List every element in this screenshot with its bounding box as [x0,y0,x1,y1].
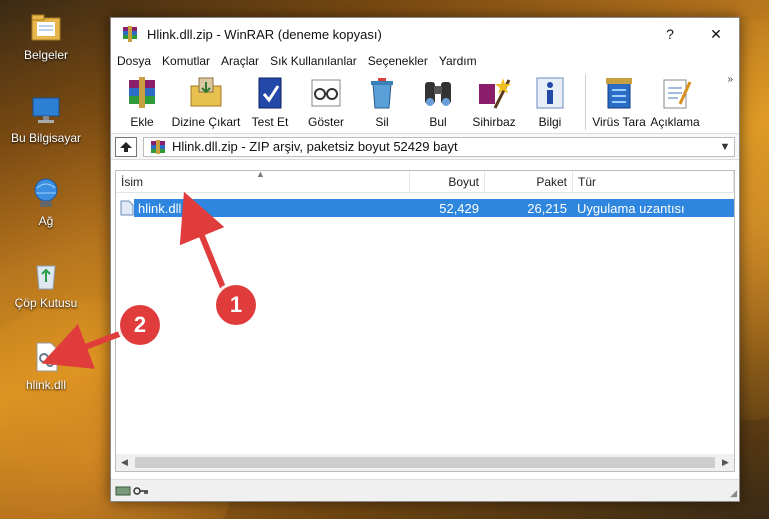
find-button[interactable]: Bul [411,74,465,129]
view-glasses-icon [311,79,341,107]
delete-label: Sil [375,115,389,129]
add-archive-icon [129,77,155,108]
callout-1: 1 [216,285,256,325]
test-label: Test Et [251,115,289,129]
comment-label: Açıklama [650,115,700,129]
column-packed[interactable]: Paket [485,171,573,193]
delete-bin-icon [371,78,393,109]
network-icon [34,178,58,207]
scroll-right-icon[interactable]: ▶ [717,457,734,468]
desktop-icon-label: hlink.dll [25,378,67,392]
test-button[interactable]: Test Et [243,74,297,129]
info-button[interactable]: Bilgi [523,74,577,129]
sort-up-icon: ▲ [256,169,265,179]
path-bar: Hlink.dll.zip - ZIP arşiv, paketsiz boyu… [111,134,739,160]
table-row[interactable]: hlink.dll 52,429 26,215 Uygulama uzantıs… [134,199,734,217]
drive-key-icon [115,486,148,495]
menu-bar: Dosya Komutlar Araçlar Sık Kullanılanlar… [111,50,739,72]
winrar-window: Hlink.dll.zip - WinRAR (deneme kopyası) … [110,17,740,502]
desktop-icon-label: Ağ [38,214,54,228]
menu-help[interactable]: Yardım [439,54,477,68]
help-button[interactable]: ? [647,18,693,50]
row-file-type: Uygulama uzantısı [577,200,685,216]
desktop-icon-hlink-dll[interactable]: hlink.dll [0,340,92,392]
wizard-label: Sihirbaz [472,115,516,129]
desktop-icon-label: Çöp Kutusu [14,296,78,310]
extract-to-label: Dizine Çıkart [171,115,241,129]
up-arrow-icon [120,141,132,152]
wizard-icon [479,78,511,109]
chevron-down-icon[interactable]: ▼ [716,141,734,153]
dll-file-icon [36,342,58,372]
archive-path-text: Hlink.dll.zip - ZIP arşiv, paketsiz boyu… [172,139,458,154]
callout-2: 2 [120,305,160,345]
window-title: Hlink.dll.zip - WinRAR (deneme kopyası) [147,26,382,42]
menu-options[interactable]: Seçenekler [368,54,428,68]
column-type[interactable]: Tür [573,171,734,193]
dll-file-icon [120,200,134,216]
archive-path-field[interactable]: Hlink.dll.zip - ZIP arşiv, paketsiz boyu… [143,136,735,157]
wizard-button[interactable]: Sihirbaz [467,74,521,129]
toolbar-more-chevron[interactable]: » [727,74,733,85]
menu-favorites[interactable]: Sık Kullanılanlar [270,54,357,68]
desktop-icon-recycle-bin[interactable]: Çöp Kutusu [0,258,92,310]
computer-icon [32,97,60,123]
resize-grip-icon[interactable]: ◢ [730,488,737,499]
menu-tools[interactable]: Araçlar [221,54,259,68]
row-packed-size: 26,215 [527,200,567,216]
toolbar-separator [585,74,586,130]
view-label: Göster [307,115,344,129]
extract-to-button[interactable]: Dizine Çıkart [171,74,241,129]
extract-folder-icon [190,77,222,107]
column-header: ▲ İsim Boyut Paket Tür [116,169,734,193]
desktop-icon-label: Belgeler [23,48,69,62]
find-binoculars-icon [425,82,451,106]
comment-notepad-icon [663,79,692,109]
toolbar: Ekle Dizine Çıkart Test Et Göster Sil Bu… [111,72,739,134]
up-folder-button[interactable] [115,136,137,157]
delete-button[interactable]: Sil [355,74,409,129]
comment-button[interactable]: Açıklama [648,74,702,129]
menu-file[interactable]: Dosya [117,54,151,68]
recycle-bin-icon [36,265,56,290]
add-button[interactable]: Ekle [115,74,169,129]
row-file-size: 52,429 [439,200,479,216]
desktop-icon-this-pc[interactable]: Bu Bilgisayar [0,93,92,145]
virus-scan-label: Virüs Tara [592,115,646,129]
column-size[interactable]: Boyut [410,171,485,193]
info-book-icon [536,77,564,109]
test-book-icon [258,77,282,109]
menu-commands[interactable]: Komutlar [162,54,210,68]
virus-scan-icon [606,78,632,109]
scrollbar-thumb[interactable] [135,457,715,468]
add-label: Ekle [130,115,154,129]
documents-folder-icon [31,14,61,41]
close-button[interactable]: ✕ [693,18,739,50]
winrar-app-icon [123,26,137,42]
row-file-name: hlink.dll [134,199,410,217]
status-bar: ◢ [111,479,739,501]
info-label: Bilgi [538,115,562,129]
desktop-icon-label: Bu Bilgisayar [10,131,82,145]
desktop-icon-documents[interactable]: Belgeler [0,10,92,62]
horizontal-scrollbar[interactable]: ◀ ▶ [116,454,734,471]
view-button[interactable]: Göster [299,74,353,129]
file-list: ▲ İsim Boyut Paket Tür hlink.dll 52,429 … [115,169,735,472]
title-bar[interactable]: Hlink.dll.zip - WinRAR (deneme kopyası) … [111,18,739,50]
virus-scan-button[interactable]: Virüs Tara [592,74,646,129]
find-label: Bul [429,115,447,129]
desktop-icon-network[interactable]: Ağ [0,176,92,228]
row-details: 52,429 26,215 Uygulama uzantısı [410,199,734,217]
scroll-left-icon[interactable]: ◀ [116,457,133,468]
archive-icon [151,139,165,154]
